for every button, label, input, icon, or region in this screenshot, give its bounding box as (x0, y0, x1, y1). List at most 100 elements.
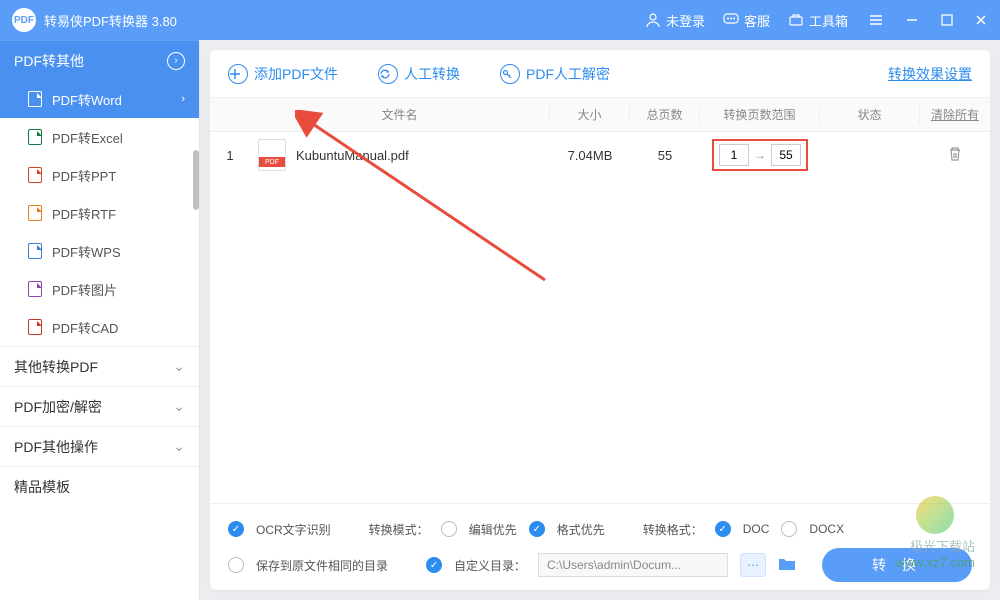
main-area: 添加PDF文件 人工转换 PDF人工解密 转换效果设置 文件名 大小 总页 (200, 40, 1000, 600)
maximize-icon (940, 13, 954, 27)
menu-button[interactable] (868, 12, 884, 28)
sidebar-group-label: 其他转换PDF (14, 357, 98, 377)
convert-button[interactable]: 转 换 (822, 548, 972, 582)
toolbox-button[interactable]: 工具箱 (788, 11, 848, 30)
key-circle-icon (500, 64, 520, 84)
chevron-right-circle-icon: › (167, 52, 185, 70)
row-pages: 55 (630, 148, 700, 163)
sidebar-item-label: PDF转Word (52, 90, 181, 109)
refresh-circle-icon (378, 64, 398, 84)
sidebar-group-pdf-encrypt[interactable]: PDF加密/解密 ⌄ (0, 386, 199, 426)
chevron-down-icon: ⌄ (173, 398, 185, 415)
sidebar-item-label: PDF转Excel (52, 128, 185, 147)
manual-convert-button[interactable]: 人工转换 (378, 64, 460, 84)
sidebar-item-label: PDF转WPS (52, 242, 185, 261)
effect-settings-button[interactable]: 转换效果设置 (888, 64, 972, 84)
sidebar-item-pdf-to-rtf[interactable]: PDF转RTF (0, 194, 199, 232)
titlebar: PDF 转易侠PDF转换器 3.80 未登录 客服 工具箱 (0, 0, 1000, 40)
chevron-down-icon: ⌄ (173, 438, 185, 455)
cad-file-icon (28, 319, 42, 335)
sidebar-item-label: PDF转图片 (52, 280, 185, 299)
minimize-button[interactable] (904, 12, 920, 28)
format-docx-radio[interactable] (781, 521, 797, 537)
mode-edit-label: 编辑优先 (469, 521, 517, 538)
sidebar-item-pdf-to-excel[interactable]: PDF转Excel (0, 118, 199, 156)
sidebar-group-label: 精品模板 (14, 477, 70, 497)
table-row: 1 PDF KubuntuManual.pdf 7.04MB 55 → (210, 132, 990, 178)
manual-convert-label: 人工转换 (404, 64, 460, 84)
manual-decrypt-button[interactable]: PDF人工解密 (500, 64, 610, 84)
mode-format-radio[interactable] (529, 521, 545, 537)
add-pdf-button[interactable]: 添加PDF文件 (228, 64, 338, 84)
sidebar-header-label: PDF转其他 (14, 51, 84, 71)
menu-icon (868, 12, 884, 28)
open-folder-button[interactable] (778, 557, 796, 574)
header-size: 大小 (550, 106, 630, 123)
maximize-button[interactable] (940, 13, 954, 27)
sidebar: PDF转其他 › PDF转Word › PDF转Excel PDF转PPT PD… (0, 40, 200, 600)
save-custom-dir-radio[interactable] (426, 557, 442, 573)
toolbox-label: 工具箱 (809, 11, 848, 30)
user-icon (645, 12, 661, 28)
sidebar-item-pdf-to-cad[interactable]: PDF转CAD (0, 308, 199, 346)
save-custom-label: 自定义目录： (454, 557, 526, 574)
manual-decrypt-label: PDF人工解密 (526, 64, 610, 84)
close-icon (974, 13, 988, 27)
header-pages: 总页数 (630, 106, 700, 123)
save-same-label: 保存到原文件相同的目录 (256, 557, 388, 574)
sidebar-item-pdf-to-ppt[interactable]: PDF转PPT (0, 156, 199, 194)
pdf-tag: PDF (259, 157, 285, 167)
format-doc-label: DOC (743, 522, 770, 536)
support-label: 客服 (744, 11, 770, 30)
sidebar-group-templates[interactable]: 精品模板 (0, 466, 199, 506)
login-button[interactable]: 未登录 (645, 11, 705, 30)
row-size: 7.04MB (550, 148, 630, 163)
sidebar-item-pdf-to-word[interactable]: PDF转Word › (0, 80, 199, 118)
range-from-input[interactable] (719, 144, 749, 166)
support-button[interactable]: 客服 (723, 11, 770, 30)
login-label: 未登录 (666, 11, 705, 30)
toolbox-icon (788, 12, 804, 28)
sidebar-group-other-to-pdf[interactable]: 其他转换PDF⌄ (0, 346, 199, 386)
close-button[interactable] (974, 13, 988, 27)
mode-edit-radio[interactable] (441, 521, 457, 537)
folder-icon (778, 557, 796, 571)
main-panel: 添加PDF文件 人工转换 PDF人工解密 转换效果设置 文件名 大小 总页 (210, 50, 990, 590)
page-range-box: → (712, 139, 808, 171)
format-docx-label: DOCX (809, 522, 844, 536)
clear-all-button[interactable]: 清除所有 (920, 106, 990, 123)
add-pdf-label: 添加PDF文件 (254, 64, 338, 84)
header-range: 转换页数范围 (700, 106, 820, 123)
sidebar-item-label: PDF转CAD (52, 318, 185, 337)
image-file-icon (28, 281, 42, 297)
effect-settings-label: 转换效果设置 (888, 64, 972, 84)
browse-button[interactable]: ⋯ (740, 553, 766, 577)
sidebar-item-label: PDF转PPT (52, 166, 185, 185)
header-status: 状态 (820, 106, 920, 123)
ocr-checkbox[interactable] (228, 521, 244, 537)
sidebar-item-label: PDF转RTF (52, 204, 185, 223)
format-doc-radio[interactable] (715, 521, 731, 537)
minimize-icon (904, 12, 920, 28)
mode-format-label: 格式优先 (557, 521, 605, 538)
header-filename: 文件名 (250, 106, 550, 123)
sidebar-group-pdf-other[interactable]: PDF其他操作⌄ (0, 426, 199, 466)
sidebar-scrollbar[interactable] (193, 150, 199, 210)
sidebar-item-pdf-to-wps[interactable]: PDF转WPS (0, 232, 199, 270)
rtf-file-icon (28, 205, 42, 221)
output-path-input[interactable] (538, 553, 728, 577)
range-to-input[interactable] (771, 144, 801, 166)
mode-label: 转换模式： (369, 521, 429, 538)
save-same-dir-radio[interactable] (228, 557, 244, 573)
plus-circle-icon (228, 64, 248, 84)
sidebar-header-pdf-to-other[interactable]: PDF转其他 › (0, 40, 199, 80)
row-filename: KubuntuManual.pdf (296, 148, 409, 163)
delete-row-button[interactable] (947, 150, 963, 165)
row-index: 1 (210, 148, 250, 163)
pdf-file-icon: PDF (258, 139, 286, 171)
arrow-right-icon: → (754, 148, 766, 162)
app-title: 转易侠PDF转换器 3.80 (44, 11, 177, 30)
sidebar-item-pdf-to-image[interactable]: PDF转图片 (0, 270, 199, 308)
excel-file-icon (28, 129, 42, 145)
sidebar-group-label: PDF加密/解密 (14, 397, 102, 417)
